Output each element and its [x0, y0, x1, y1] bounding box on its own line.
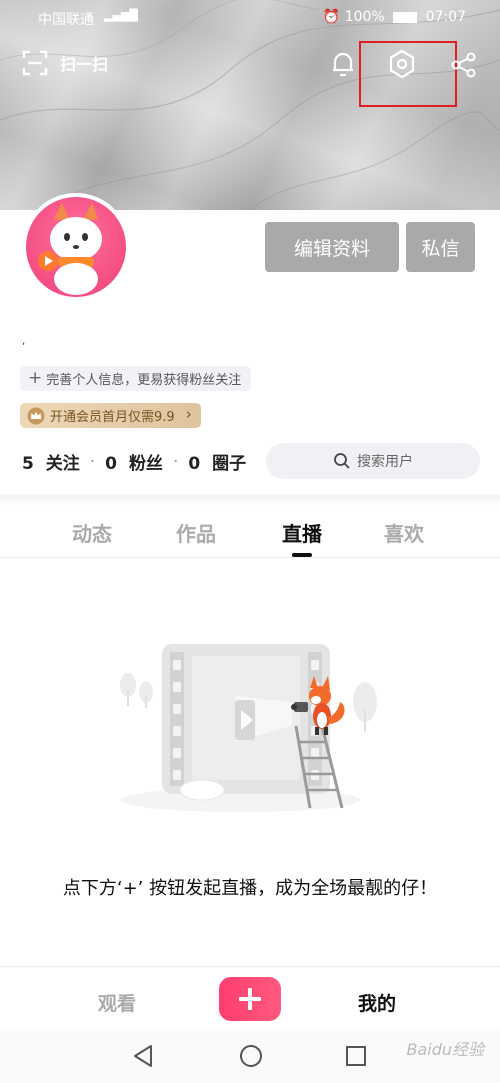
separator-dot: ·: [89, 451, 96, 472]
share-button[interactable]: [451, 52, 477, 82]
complete-info-chip[interactable]: + 完善个人信息，更易获得粉丝关注: [20, 366, 252, 391]
tab-works[interactable]: 作品: [176, 518, 216, 547]
scan-button[interactable]: 扫一扫: [22, 50, 108, 76]
chevron-right-icon: ›: [185, 405, 192, 423]
edit-profile-button[interactable]: 编辑资料: [265, 222, 399, 272]
following-count: 5: [22, 454, 34, 474]
following-stat[interactable]: 5 关注: [22, 449, 80, 474]
vip-promo-chip[interactable]: 开通会员首月仅需9.9 ›: [20, 403, 201, 428]
complete-info-label: 完善个人信息，更易获得粉丝关注: [46, 373, 242, 388]
empty-state-message: 点下方‘+’ 按钮发起直播，成为全场最靓的仔！: [62, 878, 438, 899]
tabs-divider: [0, 557, 500, 558]
fans-count: 0: [105, 454, 118, 474]
scan-label: 扫一扫: [60, 55, 109, 74]
crown-icon: [27, 407, 45, 424]
avatar[interactable]: [22, 193, 130, 301]
scan-icon: [22, 50, 48, 76]
bell-icon: [333, 52, 353, 77]
nav-watch[interactable]: 观看: [98, 989, 136, 1016]
fans-label: 粉丝: [128, 454, 163, 474]
circles-count: 0: [188, 454, 201, 474]
add-button[interactable]: [219, 977, 281, 1021]
watermark: Baidu经验: [406, 1040, 484, 1059]
share-icon: [451, 52, 476, 78]
circles-label: 圈子: [212, 454, 247, 474]
tab-live[interactable]: 直播: [282, 518, 322, 547]
section-divider: [0, 494, 500, 506]
signal-icon: ▂▄▆█: [104, 9, 138, 22]
status-bar: 中国联通 ▂▄▆█ ⏰ 100% 07:07: [0, 0, 500, 34]
vip-promo-label: 开通会员首月仅需9.9: [50, 410, 175, 425]
profile-tabs: 动态 作品 直播 喜欢: [0, 518, 500, 556]
message-button[interactable]: 私信: [406, 222, 475, 272]
clock: 07:07: [425, 9, 466, 25]
carrier-label: 中国联通: [38, 12, 94, 28]
plus-icon: [239, 988, 261, 1010]
battery-percent: 100%: [344, 9, 385, 25]
plus-icon: +: [28, 368, 43, 388]
recents-icon[interactable]: [344, 1043, 368, 1069]
notification-button[interactable]: [330, 50, 356, 82]
search-users-label: 搜索用户: [357, 454, 413, 470]
fox-mascot-icon: [38, 203, 102, 295]
settings-highlight: [359, 41, 457, 107]
search-users-button[interactable]: 搜索用户: [266, 443, 480, 479]
separator-dot: ·: [172, 451, 179, 472]
back-icon[interactable]: [131, 1043, 155, 1069]
battery-icon: [393, 11, 418, 23]
tab-likes[interactable]: 喜欢: [384, 518, 424, 547]
home-icon[interactable]: [238, 1043, 264, 1069]
status-right: ⏰ 100% 07:07: [323, 9, 466, 25]
profile-stats: 5 关注 · 0 粉丝 · 0 圈子: [22, 449, 246, 475]
username-text: ,: [22, 336, 26, 347]
search-icon: [334, 453, 350, 469]
tab-dynamics[interactable]: 动态: [72, 518, 112, 547]
alarm-icon: ⏰: [322, 9, 341, 25]
circles-stat[interactable]: 0 圈子: [188, 449, 246, 474]
nav-mine[interactable]: 我的: [358, 989, 396, 1016]
fans-stat[interactable]: 0 粉丝: [105, 449, 163, 474]
live-empty-illustration: [120, 644, 377, 812]
bottom-nav: 观看 我的: [0, 966, 500, 1029]
following-label: 关注: [45, 454, 80, 474]
